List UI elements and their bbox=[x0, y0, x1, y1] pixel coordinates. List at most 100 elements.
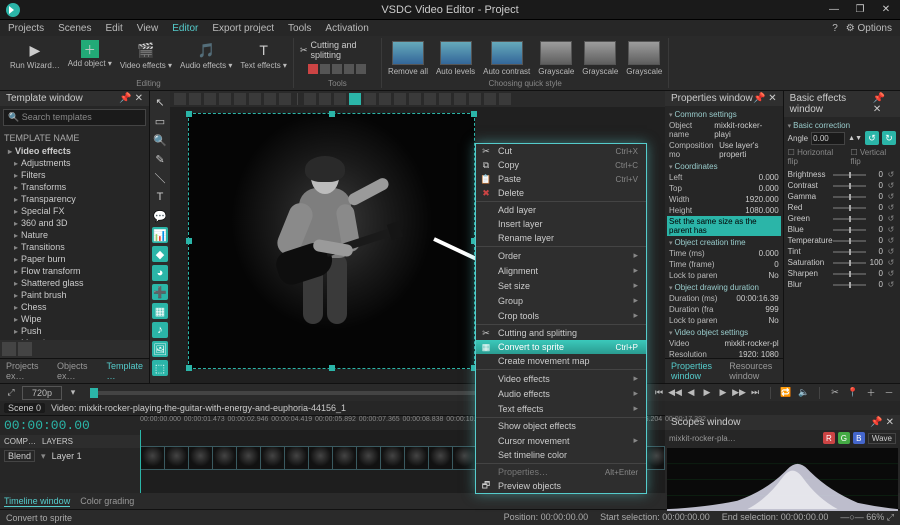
prop-object-name[interactable]: mixkit-rocker-playi bbox=[714, 121, 778, 139]
slider[interactable] bbox=[833, 185, 866, 187]
panel-pin-icon[interactable]: 📌 ✕ bbox=[753, 93, 777, 104]
menu-scenes[interactable]: Scenes bbox=[58, 23, 91, 34]
slider[interactable] bbox=[833, 174, 866, 176]
ctx-group[interactable]: Group▸ bbox=[476, 293, 646, 308]
tab-properties[interactable]: Properties window bbox=[665, 359, 723, 383]
tree-item[interactable]: Paint brush bbox=[4, 289, 145, 301]
slider[interactable] bbox=[833, 218, 866, 220]
ctx-set-size[interactable]: Set size▸ bbox=[476, 278, 646, 293]
menu-tools[interactable]: Tools bbox=[288, 23, 311, 34]
prop-lock-parent[interactable]: No bbox=[768, 271, 778, 280]
toolbar-button[interactable] bbox=[499, 93, 511, 105]
prop-composition-mode[interactable]: Use layer's properti bbox=[719, 141, 779, 159]
slider[interactable] bbox=[833, 240, 866, 242]
ctx-copy[interactable]: ⧉CopyCtrl+C bbox=[476, 158, 646, 172]
prop-video[interactable]: mixkit-rocker-pl bbox=[724, 339, 778, 348]
marker-button[interactable]: 📍 bbox=[846, 386, 860, 400]
gauge-tool[interactable]: ◕ bbox=[152, 265, 168, 281]
tree-item[interactable]: Shattered glass bbox=[4, 277, 145, 289]
flip-vertical-checkbox[interactable]: ☐ Vertical flip bbox=[850, 148, 896, 166]
menu-export[interactable]: Export project bbox=[212, 23, 274, 34]
panel-pin-icon[interactable]: 📌 ✕ bbox=[870, 417, 894, 428]
audio-tool[interactable]: ♪ bbox=[152, 322, 168, 338]
ctx-convert-to-sprite[interactable]: ▦Convert to spriteCtrl+P bbox=[476, 340, 646, 354]
split-button[interactable]: ✂ bbox=[828, 386, 842, 400]
expand-button[interactable]: ▾ bbox=[66, 386, 80, 400]
preview-canvas[interactable]: ✂CutCtrl+X ⧉CopyCtrl+C 📋PasteCtrl+V ✖Del… bbox=[170, 107, 665, 383]
video-effects-button[interactable]: 🎬Video effects ▾ bbox=[118, 38, 174, 72]
options-button[interactable]: ⚙ Options bbox=[846, 23, 892, 34]
slider[interactable] bbox=[833, 284, 866, 286]
angle-input[interactable] bbox=[811, 132, 845, 145]
section-coords[interactable]: Coordinates bbox=[669, 160, 779, 172]
reset-icon[interactable]: ↺ bbox=[886, 214, 896, 223]
preset-dropdown[interactable]: 720p bbox=[22, 386, 62, 400]
toolbar-button[interactable] bbox=[394, 93, 406, 105]
ctx-movement-map[interactable]: Create movement map bbox=[476, 354, 646, 368]
tab-timeline[interactable]: Timeline window bbox=[4, 496, 70, 507]
ctx-preview-objects[interactable]: 🗗Preview objects bbox=[476, 479, 646, 493]
prop-time-frame[interactable]: 0 bbox=[774, 260, 778, 269]
reset-icon[interactable]: ↺ bbox=[886, 236, 896, 245]
style-grayscale-3[interactable]: Grayscale bbox=[624, 38, 664, 78]
scope-red-toggle[interactable]: R bbox=[823, 432, 835, 444]
style-auto-levels[interactable]: Auto levels bbox=[434, 38, 477, 78]
toolbar-button[interactable] bbox=[379, 93, 391, 105]
tree-item[interactable]: Transitions bbox=[4, 241, 145, 253]
toolbar-button[interactable] bbox=[204, 93, 216, 105]
tree-item[interactable]: Transforms bbox=[4, 181, 145, 193]
tooltip-tool[interactable]: 💬 bbox=[152, 208, 168, 224]
video-frame[interactable] bbox=[188, 113, 475, 369]
tab-template[interactable]: Template … bbox=[100, 359, 149, 383]
media-tool[interactable]: ▦ bbox=[152, 303, 168, 319]
step-fwd-button[interactable]: ▶▶ bbox=[732, 386, 746, 400]
minimize-button[interactable]: — bbox=[826, 4, 842, 15]
tree-video-effects[interactable]: Video effects bbox=[4, 145, 145, 157]
toolbar-button[interactable] bbox=[319, 93, 331, 105]
tree-item[interactable]: Flow transform bbox=[4, 265, 145, 277]
prop-top[interactable]: 0.000 bbox=[759, 184, 779, 193]
flip-horizontal-checkbox[interactable]: ☐ Horizontal flip bbox=[788, 148, 843, 166]
shape-tool[interactable]: ◆ bbox=[152, 246, 168, 262]
zoom-tool[interactable]: 🔍 bbox=[152, 132, 168, 148]
panel-pin-icon[interactable]: 📌 ✕ bbox=[873, 93, 894, 115]
slider[interactable] bbox=[833, 207, 866, 209]
menu-editor[interactable]: Editor bbox=[172, 23, 198, 34]
rotate-cw-button[interactable]: ↻ bbox=[882, 131, 896, 145]
style-grayscale-2[interactable]: Grayscale bbox=[580, 38, 620, 78]
slider[interactable] bbox=[833, 262, 866, 264]
slider[interactable] bbox=[833, 251, 866, 253]
reset-icon[interactable]: ↺ bbox=[886, 258, 896, 267]
chart-tool[interactable]: 📊 bbox=[152, 227, 168, 243]
toolbar-button[interactable] bbox=[364, 93, 376, 105]
text-tool[interactable]: T bbox=[152, 189, 168, 205]
toolbar-button[interactable] bbox=[469, 93, 481, 105]
section-create-time[interactable]: Object creation time bbox=[669, 236, 779, 248]
reset-icon[interactable]: ↺ bbox=[886, 280, 896, 289]
blend-mode-select[interactable]: Blend bbox=[4, 450, 35, 462]
tree-item[interactable]: Chess bbox=[4, 301, 145, 313]
reset-icon[interactable]: ↺ bbox=[886, 225, 896, 234]
fit-button[interactable]: ⤢ bbox=[4, 386, 18, 400]
step-back-button[interactable]: ◀◀ bbox=[668, 386, 682, 400]
reset-icon[interactable]: ↺ bbox=[886, 247, 896, 256]
rotate-ccw-button[interactable]: ↺ bbox=[865, 131, 879, 145]
ctx-properties[interactable]: Properties…Alt+Enter bbox=[476, 465, 646, 479]
ctx-cursor-movement[interactable]: Cursor movement▸ bbox=[476, 433, 646, 448]
slider[interactable] bbox=[833, 196, 866, 198]
reset-icon[interactable]: ↺ bbox=[886, 192, 896, 201]
tree-item[interactable]: 360 and 3D bbox=[4, 217, 145, 229]
toolbar-button[interactable] bbox=[219, 93, 231, 105]
ctx-text-effects[interactable]: Text effects▸ bbox=[476, 401, 646, 416]
help-icon[interactable]: ? bbox=[832, 23, 838, 34]
tree-item[interactable]: Paper burn bbox=[4, 253, 145, 265]
ctx-delete[interactable]: ✖Delete bbox=[476, 186, 646, 200]
menu-activation[interactable]: Activation bbox=[325, 23, 368, 34]
ctx-video-effects[interactable]: Video effects▸ bbox=[476, 371, 646, 386]
prop-duration-frame[interactable]: 999 bbox=[765, 305, 778, 314]
prop-same-size-button[interactable]: Set the same size as the parent has bbox=[667, 216, 781, 236]
tab-projects-explorer[interactable]: Projects ex… bbox=[0, 359, 51, 383]
toolbar-button[interactable] bbox=[174, 93, 186, 105]
menu-projects[interactable]: Projects bbox=[8, 23, 44, 34]
tree-item[interactable]: Nature bbox=[4, 229, 145, 241]
